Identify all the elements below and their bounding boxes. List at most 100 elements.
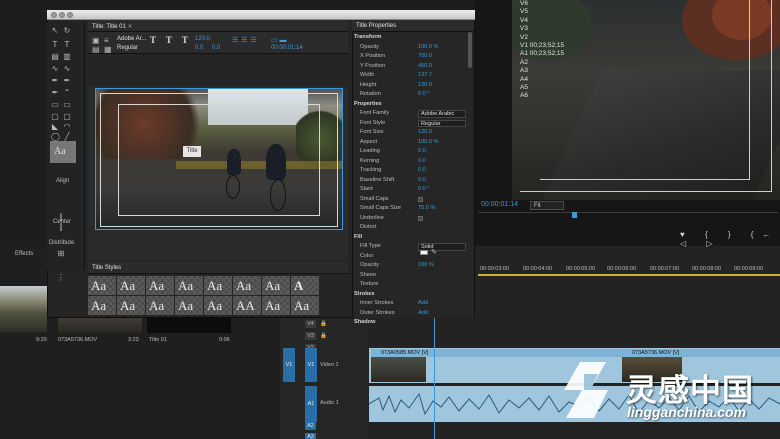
convert-anchor-icon[interactable]: ⌃ xyxy=(63,89,71,97)
effects-tab[interactable]: Effects xyxy=(15,251,33,257)
pen-tool-icon[interactable]: ✒ xyxy=(51,77,59,85)
bin-clip-thumbnail[interactable] xyxy=(58,318,142,333)
property-row[interactable]: Font Style Regular xyxy=(352,119,470,129)
add-anchor-icon[interactable]: ✒ xyxy=(51,89,59,97)
clip-label[interactable]: 073A0585.MOV [V] xyxy=(371,349,626,357)
leading-field[interactable]: 0.0 xyxy=(212,45,220,51)
arc-tool-icon[interactable]: ◠ xyxy=(63,123,71,131)
property-checkbox[interactable] xyxy=(418,196,423,202)
font-family-select[interactable]: Adobe Ar... xyxy=(117,36,146,42)
property-row[interactable]: Slant 0.0 ° xyxy=(352,185,470,195)
property-value[interactable]: 450.0 xyxy=(418,62,432,72)
bin-title-thumbnail[interactable] xyxy=(147,318,231,333)
property-value[interactable]: 0.0 xyxy=(418,166,426,176)
style-swatch[interactable]: Aa xyxy=(175,276,203,295)
center-icon[interactable]: ⊞ xyxy=(57,250,65,258)
property-value[interactable]: 0.0 xyxy=(418,176,426,186)
tab-title-label[interactable]: Title: Title 01 ✕ xyxy=(92,23,133,30)
close-window-icon[interactable] xyxy=(51,12,57,18)
track-header-v3[interactable]: V3 🔒 xyxy=(280,330,368,342)
program-playhead[interactable] xyxy=(572,212,577,218)
source-patch-v1[interactable]: V1 xyxy=(283,348,295,382)
property-row[interactable]: Y Position 450.0 xyxy=(352,62,470,72)
style-swatch[interactable]: Aa xyxy=(262,276,290,295)
property-row[interactable]: Opacity 100 % xyxy=(352,261,470,271)
type-tool-icon[interactable]: T xyxy=(51,41,59,49)
property-row[interactable]: Font Family Adobe Arabic xyxy=(352,109,470,119)
style-swatch[interactable]: Aa xyxy=(291,296,319,315)
property-value[interactable]: 0.0 ° xyxy=(418,90,430,100)
style-swatch[interactable]: Aa xyxy=(117,276,145,295)
bin-clip-thumbnail[interactable] xyxy=(0,286,47,332)
zoom-window-icon[interactable] xyxy=(67,12,73,18)
property-dropdown[interactable]: Regular xyxy=(418,119,466,127)
property-row[interactable]: Rotation 0.0 ° xyxy=(352,90,470,100)
property-value[interactable]: Add xyxy=(418,299,428,309)
roll-crawl-icon[interactable]: ≡ xyxy=(104,36,109,45)
property-section[interactable]: Properties xyxy=(352,100,470,110)
property-row[interactable]: Tracking 0.0 xyxy=(352,166,470,176)
property-row[interactable]: Sheen xyxy=(352,271,470,281)
path-type-tool-icon[interactable]: ∿ xyxy=(51,65,59,73)
property-row[interactable]: Aspect 100.0 % xyxy=(352,138,470,148)
vertical-type-tool-icon[interactable]: T xyxy=(63,41,71,49)
style-swatch[interactable]: Aa xyxy=(233,276,261,295)
clip-label[interactable]: 073A5736.MOV [V] xyxy=(622,349,780,357)
property-section[interactable]: Strokes xyxy=(352,290,470,300)
property-row[interactable]: X Position 700.0 xyxy=(352,52,470,62)
rectangle-tool-icon[interactable]: ▭ xyxy=(51,101,59,109)
track-tag[interactable]: V4 xyxy=(305,320,316,328)
bold-italic-buttons[interactable]: T T T xyxy=(150,35,192,45)
property-row[interactable]: Leading 0.0 xyxy=(352,147,470,157)
new-title-icon[interactable]: ▣ xyxy=(92,36,100,45)
track-tag[interactable]: A2 xyxy=(305,422,316,430)
style-swatch[interactable]: Aa xyxy=(88,296,116,315)
distribute-icon[interactable]: ⋮ xyxy=(57,274,65,282)
property-value[interactable]: 100 % xyxy=(418,261,434,271)
rotation-tool-icon[interactable]: ↻ xyxy=(63,27,71,35)
property-row[interactable]: Height 120.0 xyxy=(352,81,470,91)
style-swatch[interactable]: Aa xyxy=(117,296,145,315)
font-style-select[interactable]: Regular xyxy=(117,45,138,51)
property-row[interactable]: Small Caps Size 75.0 % xyxy=(352,204,470,214)
property-value[interactable]: 700.0 xyxy=(418,52,432,62)
property-value[interactable]: 137.7 xyxy=(418,71,432,81)
property-value[interactable]: 100.0 % xyxy=(418,138,439,148)
area-type-tool-icon[interactable]: ▤ xyxy=(51,53,59,61)
property-row[interactable]: Underline xyxy=(352,214,470,224)
property-checkbox[interactable] xyxy=(418,215,423,221)
style-swatch[interactable]: Aa xyxy=(262,296,290,315)
transport-controls[interactable]: ♥ { } {← ◁ ▷ xyxy=(680,230,780,248)
kerning-field[interactable]: 0.0 xyxy=(195,45,203,51)
track-tag[interactable]: V3 xyxy=(305,332,316,340)
tab-stops-icon[interactable]: ▤ xyxy=(92,45,100,54)
property-value[interactable]: 75.0 % xyxy=(418,204,435,214)
track-tag-v1[interactable]: V1 xyxy=(305,348,317,382)
property-section[interactable]: Transform xyxy=(352,33,470,43)
property-value[interactable]: 0.0 ° xyxy=(418,185,430,195)
property-value[interactable]: 100.0 % xyxy=(418,43,439,53)
style-swatch[interactable]: Aa xyxy=(204,276,232,295)
eyedropper-icon[interactable]: ✎ xyxy=(431,248,437,256)
property-dropdown[interactable]: Adobe Arabic xyxy=(418,110,466,118)
track-tag-a1[interactable]: A1 xyxy=(305,386,317,422)
style-swatch[interactable]: Aa xyxy=(88,276,116,295)
lock-icon[interactable]: 🔒 xyxy=(320,318,327,330)
style-swatch[interactable]: A xyxy=(291,276,319,295)
property-section[interactable]: Shadow xyxy=(352,318,470,328)
property-row[interactable]: Texture xyxy=(352,280,470,290)
property-value[interactable]: 120.0 xyxy=(418,128,432,138)
selection-tool-icon[interactable]: ↖ xyxy=(51,27,59,35)
property-row[interactable]: Font Size 120.0 xyxy=(352,128,470,138)
property-row[interactable]: Small Caps xyxy=(352,195,470,205)
property-row[interactable]: Color xyxy=(352,252,470,262)
fill-color-swatch[interactable] xyxy=(420,250,428,255)
property-row[interactable]: Kerning 0.0 xyxy=(352,157,470,167)
vertical-path-type-icon[interactable]: ∿ xyxy=(63,65,71,73)
show-background-icon[interactable]: ▭ ▬ xyxy=(271,36,287,44)
lock-icon[interactable]: 🔒 xyxy=(320,330,327,342)
properties-scrollbar[interactable] xyxy=(468,32,472,68)
style-swatch[interactable]: Aa xyxy=(175,296,203,315)
property-row[interactable]: Baseline Shift 0.0 xyxy=(352,176,470,186)
vertical-area-type-icon[interactable]: ▥ xyxy=(63,53,71,61)
